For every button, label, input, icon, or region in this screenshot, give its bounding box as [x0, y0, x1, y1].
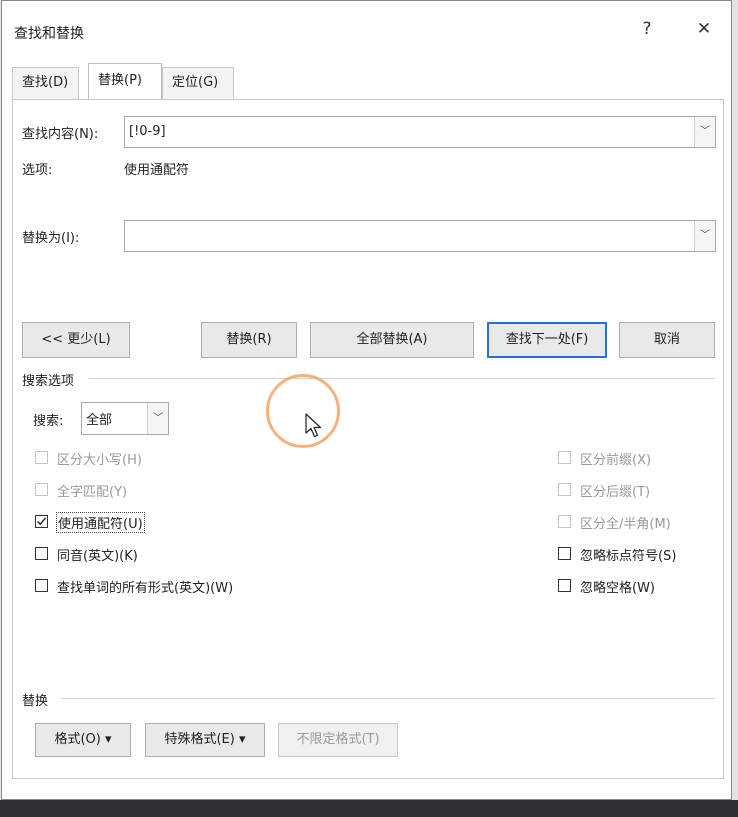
taskbar-strip [0, 800, 738, 817]
tab-find[interactable]: 查找(D) [12, 67, 79, 99]
checkbox[interactable] [35, 579, 48, 592]
checkbox[interactable] [558, 515, 571, 528]
sounds-like-label: 同音(英文)(K) [57, 549, 138, 564]
replace-label: 替换为(I): [22, 231, 80, 246]
match-suffix-label: 区分后缀(T) [580, 485, 651, 500]
tab-replace[interactable]: 替换(P) [88, 63, 162, 100]
match-case-label: 区分大小写(H) [57, 453, 142, 468]
ignore-space-label: 忽略空格(W) [580, 581, 655, 596]
replace-section-heading: 替换 [22, 694, 49, 709]
search-options-divider [89, 378, 715, 379]
match-width-label: 区分全/半角(M) [580, 517, 671, 532]
checkbox[interactable] [558, 579, 571, 592]
close-button[interactable]: ✕ [689, 19, 719, 39]
checkbox[interactable] [35, 483, 48, 496]
replace-combobox[interactable]: ﹀ [124, 220, 716, 252]
find-label: 查找内容(N): [22, 127, 99, 142]
checkbox[interactable] [35, 515, 48, 528]
replace-section-divider [61, 698, 715, 699]
special-format-button[interactable]: 特殊格式(E) ▾ [145, 723, 265, 757]
mouse-pointer-icon [305, 413, 322, 438]
match-prefix-label: 区分前缀(X) [580, 453, 652, 468]
checkbox[interactable] [35, 547, 48, 560]
checkmark-icon [37, 517, 47, 526]
use-wildcards-label: 使用通配符(U) [56, 512, 145, 533]
find-combobox[interactable]: [!0-9] ﹀ [124, 116, 716, 148]
search-direction-label: 搜索: [33, 414, 64, 429]
cancel-button[interactable]: 取消 [619, 322, 715, 358]
search-options-heading: 搜索选项 [22, 374, 75, 389]
less-button[interactable]: << 更少(L) [22, 322, 130, 358]
options-value: 使用通配符 [124, 163, 190, 178]
checkbox[interactable] [35, 451, 48, 464]
checkbox[interactable] [558, 451, 571, 464]
replace-dropdown-chevron-down-icon[interactable]: ﹀ [694, 221, 715, 251]
replace-all-button[interactable]: 全部替换(A) [310, 322, 474, 358]
replace-button[interactable]: 替换(R) [201, 322, 297, 358]
checkbox[interactable] [558, 547, 571, 560]
tab-goto[interactable]: 定位(G) [162, 67, 234, 99]
dialog-title: 查找和替换 [14, 26, 84, 42]
find-next-button[interactable]: 查找下一处(F) [487, 322, 607, 358]
cursor-highlight-ring [266, 374, 340, 448]
find-dropdown-chevron-down-icon[interactable]: ﹀ [694, 117, 715, 147]
find-replace-dialog: 查找和替换 ? ✕ 查找(D) 替换(P) 定位(G) 查找内容(N): [!0… [1, 0, 732, 800]
options-label: 选项: [22, 163, 53, 178]
find-input[interactable]: [!0-9] [129, 124, 166, 139]
search-direction-chevron-down-icon[interactable]: ﹀ [147, 403, 168, 434]
whole-word-label: 全字匹配(Y) [57, 485, 128, 500]
ignore-punctuation-label: 忽略标点符号(S) [580, 549, 677, 564]
replace-panel: 查找内容(N): [!0-9] ﹀ 选项: 使用通配符 替换为(I): ﹀ <<… [12, 99, 724, 779]
no-formatting-button[interactable]: 不限定格式(T) [278, 723, 398, 757]
search-direction-value: 全部 [86, 413, 113, 428]
checkbox[interactable] [558, 483, 571, 496]
search-direction-select[interactable]: 全部 ﹀ [81, 402, 169, 435]
format-button[interactable]: 格式(O) ▾ [35, 723, 131, 757]
help-button[interactable]: ? [632, 19, 662, 39]
all-word-forms-label: 查找单词的所有形式(英文)(W) [57, 581, 234, 596]
